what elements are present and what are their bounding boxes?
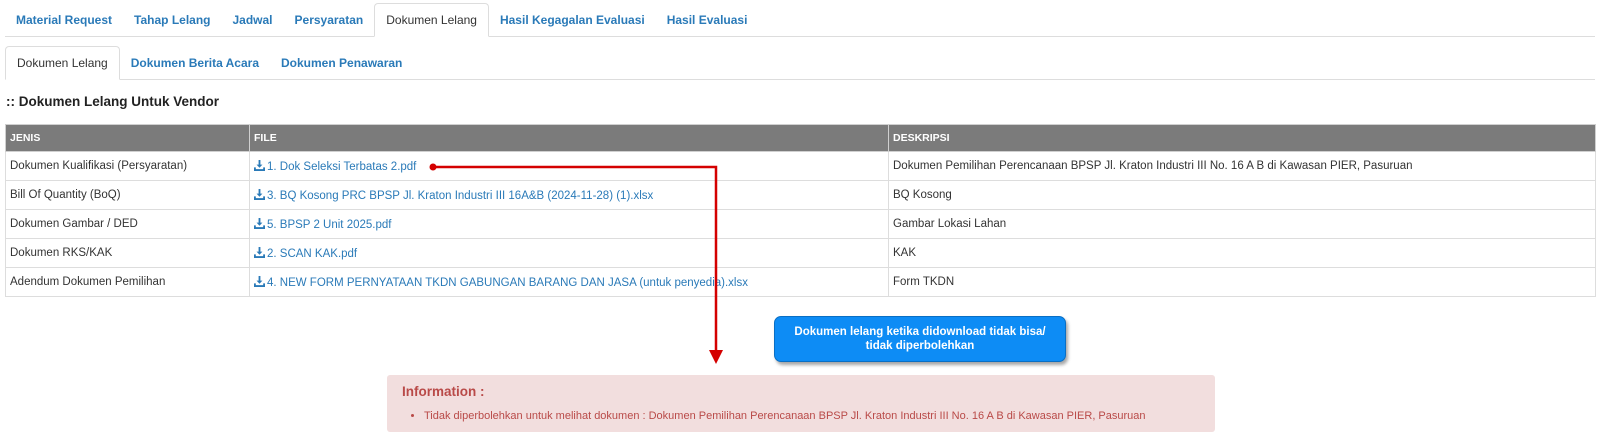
download-icon	[254, 246, 265, 258]
cell-file: 1. Dok Seleksi Terbatas 2.pdf	[249, 151, 889, 181]
callout-line-2: tidak diperbolehkan	[865, 340, 975, 352]
file-name: 3. BQ Kosong PRC BPSP Jl. Kraton Industr…	[267, 189, 654, 202]
tab-jadwal[interactable]: Jadwal	[221, 3, 283, 36]
cell-file: 2. SCAN KAK.pdf	[249, 238, 889, 268]
alert-message: Tidak diperbolehkan untuk melihat dokume…	[424, 410, 1146, 422]
cell-deskripsi: BQ Kosong	[888, 180, 1596, 210]
table-row: Adendum Dokumen Pemilihan 4. NEW FORM PE…	[5, 267, 1596, 297]
table-row: Bill Of Quantity (BoQ) 3. BQ Kosong PRC …	[5, 180, 1596, 210]
subtab-dokumen-berita-acara[interactable]: Dokumen Berita Acara	[120, 46, 270, 79]
arrow-head	[709, 350, 723, 364]
cell-deskripsi: Gambar Lokasi Lahan	[888, 209, 1596, 239]
cell-file: 4. NEW FORM PERNYATAAN TKDN GABUNGAN BAR…	[249, 267, 889, 297]
cell-deskripsi: Dokumen Pemilihan Perencanaan BPSP Jl. K…	[888, 151, 1596, 181]
subtab-dokumen-lelang[interactable]: Dokumen Lelang	[5, 46, 120, 80]
cell-jenis: Dokumen Kualifikasi (Persyaratan)	[5, 151, 250, 181]
cell-deskripsi: KAK	[888, 238, 1596, 268]
callout-line-1: Dokumen lelang ketika didownload tidak b…	[794, 326, 1046, 338]
file-download-link[interactable]: 4. NEW FORM PERNYATAAN TKDN GABUNGAN BAR…	[254, 275, 748, 289]
cell-deskripsi: Form TKDN	[888, 267, 1596, 297]
cell-file: 3. BQ Kosong PRC BPSP Jl. Kraton Industr…	[249, 180, 889, 210]
file-download-link[interactable]: 5. BPSP 2 Unit 2025.pdf	[254, 217, 392, 231]
column-header-file: FILE	[249, 124, 889, 152]
file-download-link[interactable]: 3. BQ Kosong PRC BPSP Jl. Kraton Industr…	[254, 188, 654, 202]
tab-material-request[interactable]: Material Request	[5, 3, 123, 36]
download-icon	[254, 159, 265, 171]
table-row: Dokumen Kualifikasi (Persyaratan) 1. Dok…	[5, 151, 1596, 181]
table-row: Dokumen RKS/KAK 2. SCAN KAK.pdf KAK	[5, 238, 1596, 268]
annotation-callout: Dokumen lelang ketika didownload tidak b…	[774, 316, 1066, 362]
file-name: 5. BPSP 2 Unit 2025.pdf	[267, 218, 392, 231]
download-icon	[254, 275, 265, 287]
alert-title: Information :	[402, 384, 485, 399]
tab-dokumen-lelang[interactable]: Dokumen Lelang	[374, 3, 489, 37]
column-header-deskripsi: DESKRIPSI	[888, 124, 1596, 152]
section-title: :: Dokumen Lelang Untuk Vendor	[6, 94, 220, 109]
file-download-link[interactable]: 2. SCAN KAK.pdf	[254, 246, 358, 260]
documents-table: JENIS FILE DESKRIPSI Dokumen Kualifikasi…	[5, 124, 1596, 297]
file-name: 4. NEW FORM PERNYATAAN TKDN GABUNGAN BAR…	[267, 276, 748, 289]
cell-jenis: Bill Of Quantity (BoQ)	[5, 180, 250, 210]
table-header-row: JENIS FILE DESKRIPSI	[5, 124, 1596, 152]
cell-jenis: Dokumen Gambar / DED	[5, 209, 250, 239]
tab-hasil-kegagalan-evaluasi[interactable]: Hasil Kegagalan Evaluasi	[489, 3, 656, 36]
tab-persyaratan[interactable]: Persyaratan	[284, 3, 375, 36]
download-icon	[254, 188, 265, 200]
subtab-dokumen-penawaran[interactable]: Dokumen Penawaran	[270, 46, 413, 79]
alert-list: Tidak diperbolehkan untuk melihat dokume…	[424, 410, 1146, 422]
information-alert: Information : Tidak diperbolehkan untuk …	[387, 375, 1215, 432]
table-row: Dokumen Gambar / DED 5. BPSP 2 Unit 2025…	[5, 209, 1596, 239]
file-name: 2. SCAN KAK.pdf	[267, 247, 358, 260]
tab-tahap-lelang[interactable]: Tahap Lelang	[123, 3, 221, 36]
column-header-jenis: JENIS	[5, 124, 250, 152]
main-tabs: Material Request Tahap Lelang Jadwal Per…	[5, 3, 1595, 37]
file-name: 1. Dok Seleksi Terbatas 2.pdf	[267, 160, 417, 173]
cell-jenis: Adendum Dokumen Pemilihan	[5, 267, 250, 297]
cell-jenis: Dokumen RKS/KAK	[5, 238, 250, 268]
cell-file: 5. BPSP 2 Unit 2025.pdf	[249, 209, 889, 239]
tab-hasil-evaluasi[interactable]: Hasil Evaluasi	[656, 3, 759, 36]
sub-tabs: Dokumen Lelang Dokumen Berita Acara Doku…	[5, 46, 1595, 80]
file-download-link[interactable]: 1. Dok Seleksi Terbatas 2.pdf	[254, 159, 417, 173]
download-icon	[254, 217, 265, 229]
